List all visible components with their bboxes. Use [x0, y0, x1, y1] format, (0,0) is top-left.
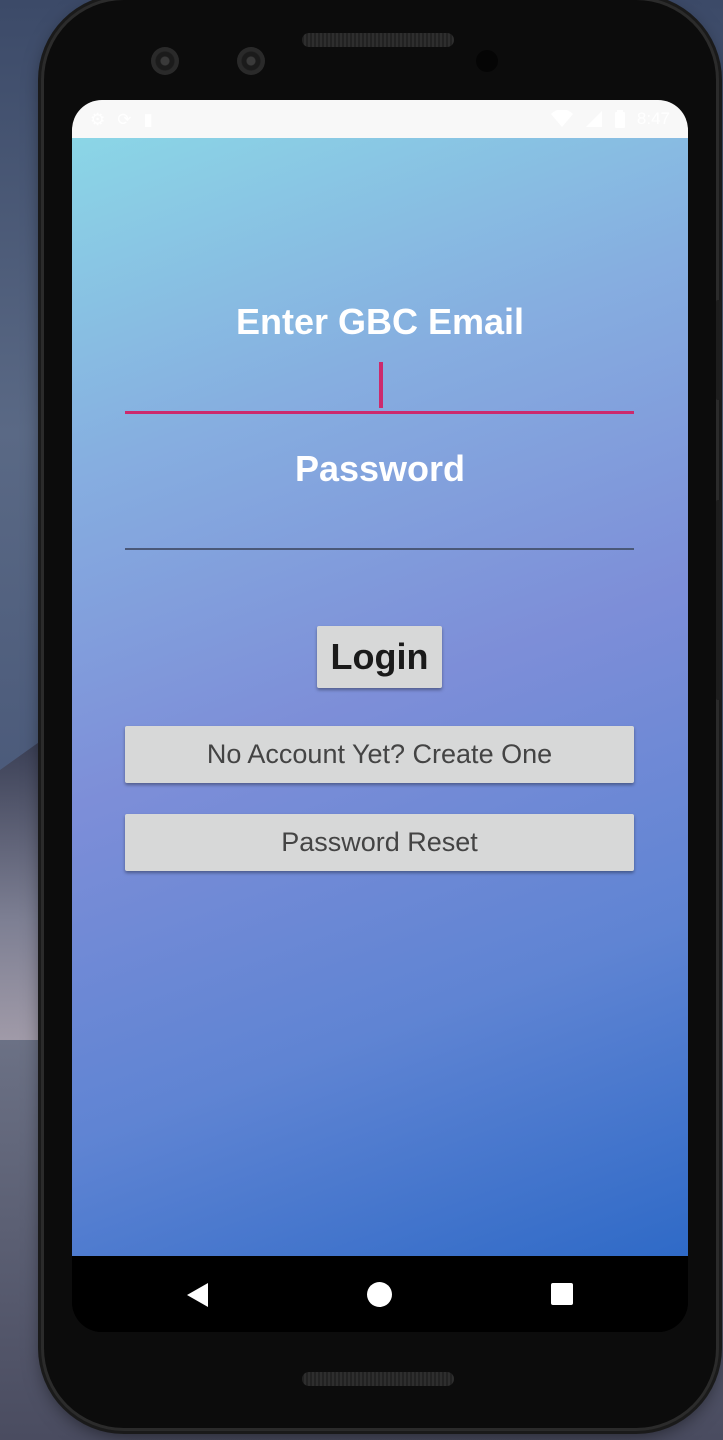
power-button — [716, 300, 721, 400]
signal-icon — [585, 111, 602, 127]
recents-icon[interactable] — [551, 1283, 573, 1305]
front-camera-icon — [151, 47, 179, 75]
create-account-button[interactable]: No Account Yet? Create One — [125, 726, 634, 783]
text-cursor — [379, 362, 383, 408]
status-left: ⚙ ⟳ ▮ — [90, 111, 153, 128]
password-field-underline — [125, 548, 634, 550]
password-field[interactable] — [125, 494, 638, 550]
earpiece-speaker — [302, 33, 454, 47]
navigation-bar — [72, 1256, 688, 1332]
wifi-icon — [550, 110, 573, 127]
bottom-speaker — [302, 1372, 454, 1386]
email-field-underline — [125, 411, 634, 414]
back-icon[interactable] — [187, 1283, 208, 1307]
proximity-sensor — [476, 50, 498, 72]
status-time: 8:47 — [636, 109, 670, 128]
home-icon[interactable] — [367, 1282, 392, 1307]
sync-icon: ⟳ — [117, 109, 132, 129]
settings-icon: ⚙ — [90, 109, 106, 129]
status-right: 8:47 — [550, 109, 670, 129]
front-camera-icon — [237, 47, 265, 75]
password-reset-button[interactable]: Password Reset — [125, 814, 634, 871]
battery-icon — [614, 110, 625, 128]
password-label: Password — [294, 448, 466, 489]
status-bar: ⚙ ⟳ ▮ 8:47 — [72, 100, 688, 138]
email-label: Enter GBC Email — [235, 301, 525, 342]
device-screen: ⚙ ⟳ ▮ 8:47 Enter GBC Email Password Logi… — [72, 100, 688, 1332]
login-button[interactable]: Login — [317, 626, 442, 688]
sd-card-icon: ▮ — [143, 109, 153, 129]
volume-button — [716, 500, 721, 700]
login-screen: Enter GBC Email Password Login No Accoun… — [72, 138, 688, 1256]
